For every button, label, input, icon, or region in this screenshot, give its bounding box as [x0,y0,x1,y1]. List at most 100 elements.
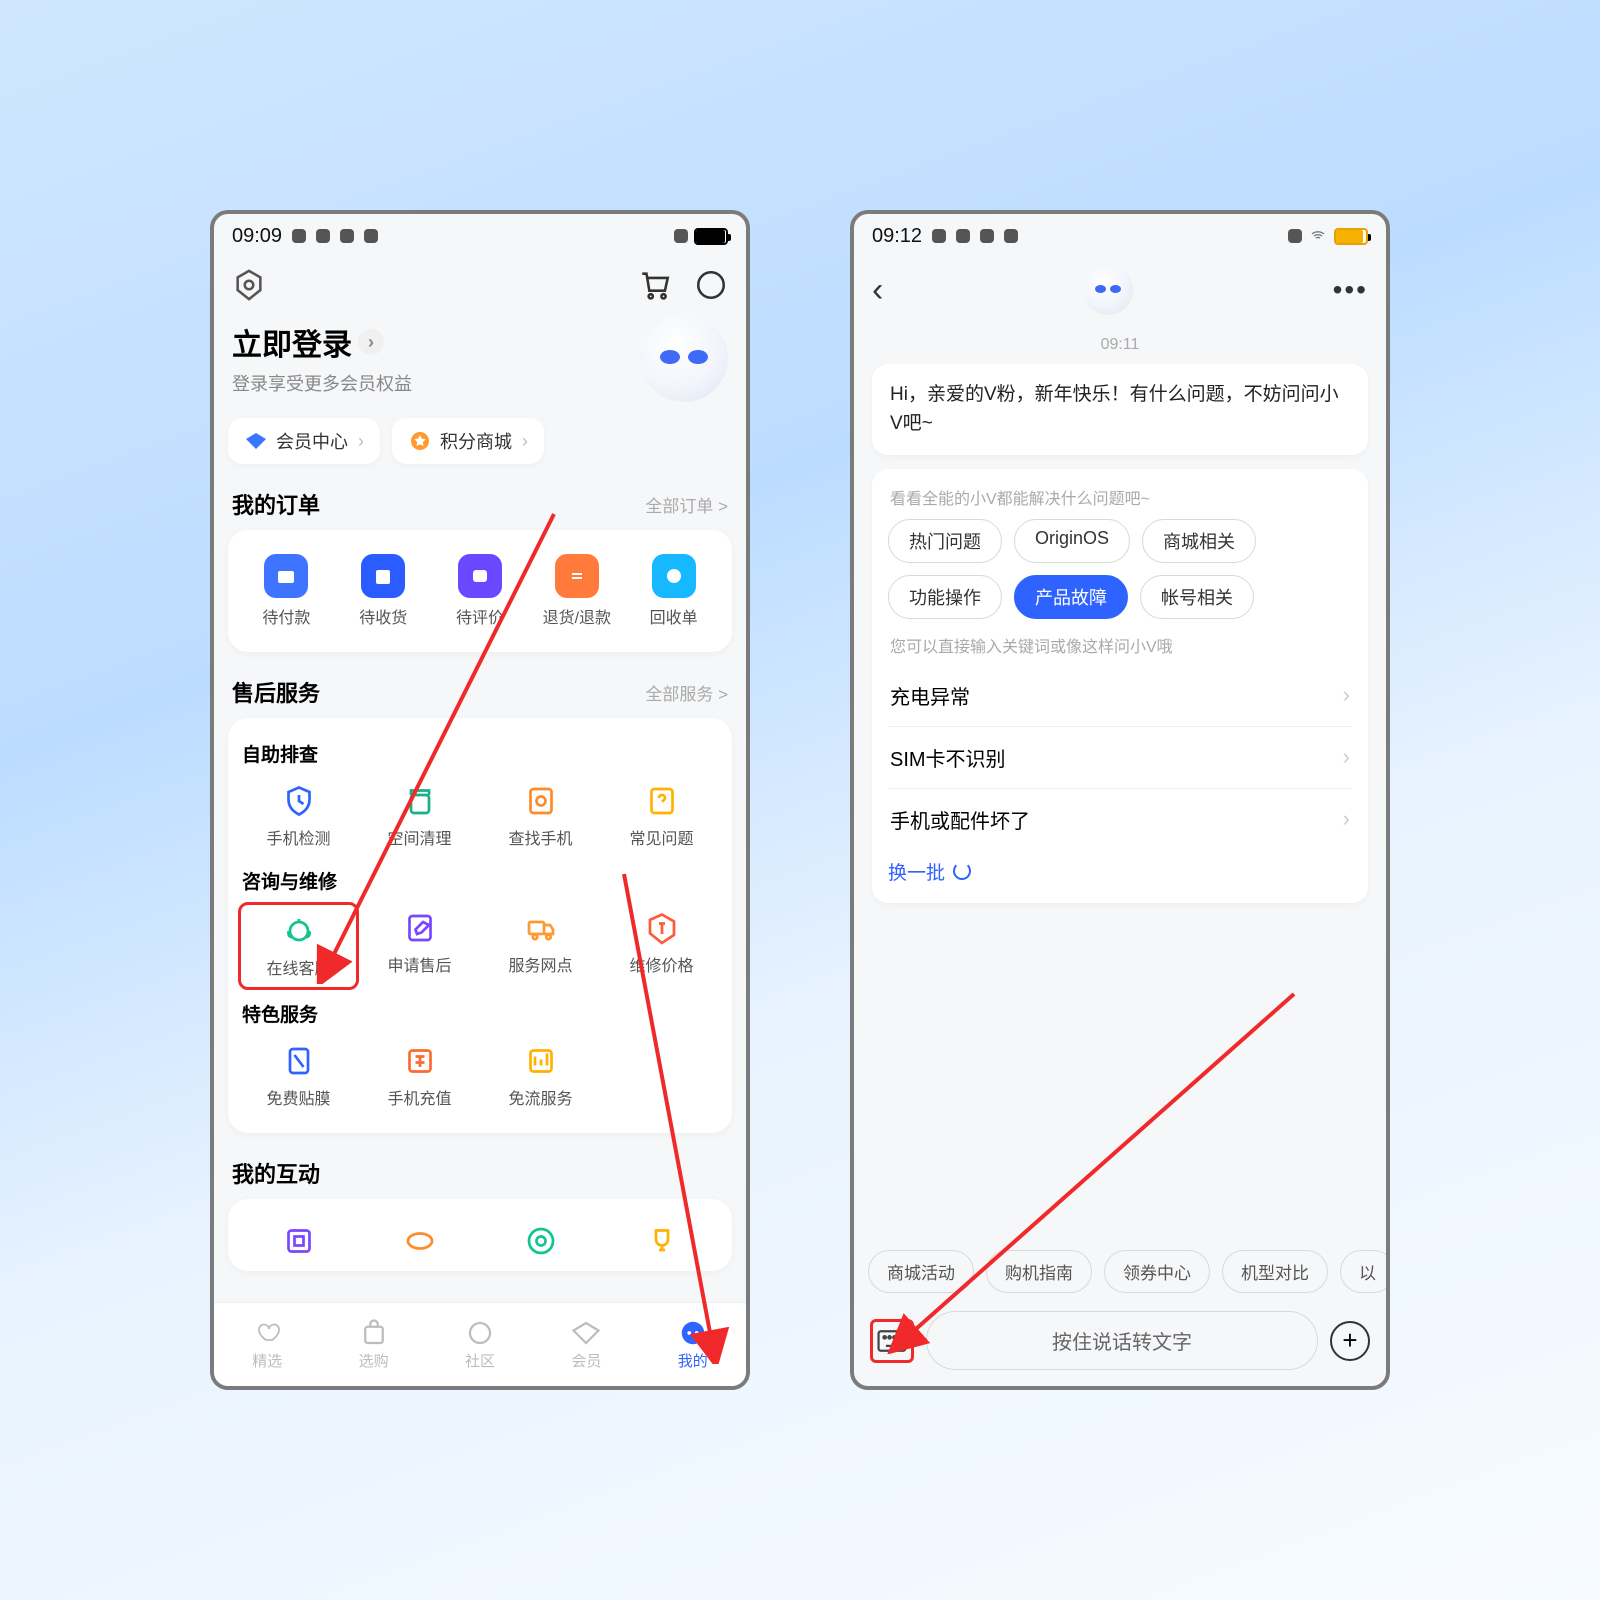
status-icon [1004,229,1018,243]
status-icon [932,229,946,243]
interact-item[interactable] [480,1215,601,1267]
status-icon [340,229,354,243]
orders-title: 我的订单 [232,488,320,520]
quick-reply-bar: 商城活动购机指南领券中心机型对比以 [854,1240,1386,1303]
order-item-pending-pay[interactable]: 待付款 [238,546,335,636]
sim-icon [674,229,688,243]
question-item[interactable]: SIM卡不识别› [888,726,1352,788]
status-icon [980,229,994,243]
pill-label: 积分商城 [440,428,512,454]
svc-find-phone[interactable]: 查找手机 [480,775,601,857]
svc-free-data[interactable]: 免流服务 [480,1035,601,1117]
points-mall-pill[interactable]: 积分商城 › [392,418,544,464]
cart-icon[interactable] [638,268,672,302]
chat-greeting-bubble: Hi，亲爱的V粉，新年快乐！有什么问题，不妨问问小V吧~ [872,364,1368,455]
service-group3-title: 特色服务 [242,1000,718,1027]
chat-input-bar: 按住说话转文字 + [854,1303,1386,1386]
quick-reply-pill[interactable]: 商城活动 [868,1250,974,1293]
more-icon[interactable]: ••• [1333,274,1368,306]
interact-item[interactable] [359,1215,480,1267]
tab-member[interactable]: 会员 [533,1303,639,1386]
order-item-refund[interactable]: 退货/退款 [528,546,625,636]
topic-chip[interactable]: 热门问题 [888,519,1002,563]
svc-locations[interactable]: 服务网点 [480,902,601,990]
voice-input-button[interactable]: 按住说话转文字 [926,1311,1318,1370]
topic-chip[interactable]: OriginOS [1014,519,1130,563]
chat-header: ‹ ••• [854,258,1386,322]
status-icon [956,229,970,243]
quick-reply-pill[interactable]: 购机指南 [986,1250,1092,1293]
question-hint: 您可以直接输入关键词或像这样问小V哦 [890,633,1350,657]
status-icon [292,229,306,243]
member-center-pill[interactable]: 会员中心 › [228,418,380,464]
login-subtitle: 登录享受更多会员权益 [232,370,412,396]
pill-label: 会员中心 [276,428,348,454]
chevron-right-icon: › [1343,744,1350,770]
chevron-right-icon: › [522,431,528,452]
chevron-right-icon: › [358,431,364,452]
svc-apply-service[interactable]: 申请售后 [359,902,480,990]
svc-online-support[interactable]: 在线客服 [238,902,359,990]
quick-reply-pill[interactable]: 机型对比 [1222,1250,1328,1293]
status-icon [364,229,378,243]
tab-mine[interactable]: 我的 [640,1303,746,1386]
orders-grid: 待付款 待收货 待评价 退货/退款 回收单 [238,546,722,636]
login-block[interactable]: 立即登录 › 登录享受更多会员权益 [228,310,732,404]
question-item[interactable]: 充电异常› [888,665,1352,726]
order-item-pending-ship[interactable]: 待收货 [335,546,432,636]
chevron-right-icon: › [1343,806,1350,832]
topic-chip[interactable]: 功能操作 [888,575,1002,619]
chevron-right-icon: › [358,329,384,355]
message-icon[interactable] [694,268,728,302]
svc-repair-price[interactable]: 维修价格 [601,902,722,990]
battery-icon [694,228,728,245]
svc-clean[interactable]: 空间清理 [359,775,480,857]
svc-phone-check[interactable]: 手机检测 [238,775,359,857]
topic-hint: 看看全能的小V都能解决什么问题吧~ [890,485,1350,509]
bot-avatar[interactable] [1083,265,1133,315]
quick-reply-pill[interactable]: 领券中心 [1104,1250,1210,1293]
status-bar: 09:09 [214,214,746,258]
sim-icon [1288,229,1302,243]
settings-hex-icon[interactable] [232,268,266,302]
topic-chip[interactable]: 帐号相关 [1140,575,1254,619]
back-icon[interactable]: ‹ [872,271,883,310]
quick-reply-pill[interactable]: 以 [1340,1250,1386,1293]
add-attachment-icon[interactable]: + [1330,1321,1370,1361]
bottom-tabbar: 精选 选购 社区 会员 我的 [214,1302,746,1386]
svc-recharge[interactable]: 手机充值 [359,1035,480,1117]
bot-avatar[interactable] [640,314,728,402]
status-bar: 09:12 [854,214,1386,258]
status-time: 09:12 [872,225,922,248]
orders-all-link[interactable]: 全部订单 > [645,492,728,517]
phone-chat: 09:12 ‹ ••• 09:11 Hi，亲爱的V粉，新年快乐！有什么问题，不妨… [850,210,1390,1390]
service-title: 售后服务 [232,676,320,708]
svc-free-film[interactable]: 免费贴膜 [238,1035,359,1117]
interact-title: 我的互动 [232,1157,320,1189]
order-item-recycle[interactable]: 回收单 [625,546,722,636]
tab-shop[interactable]: 选购 [320,1303,426,1386]
question-item[interactable]: 手机或配件坏了› [888,788,1352,850]
phone-profile: 09:09 立即登录 › 登录享受更多会员权益 [210,210,750,1390]
topbar [228,258,732,310]
tab-community[interactable]: 社区 [427,1303,533,1386]
interact-item[interactable] [601,1215,722,1267]
status-time: 09:09 [232,225,282,248]
topic-card: 看看全能的小V都能解决什么问题吧~ 热门问题 OriginOS 商城相关功能操作产品… [872,469,1368,903]
topic-chip[interactable]: 商城相关 [1142,519,1256,563]
service-group2-title: 咨询与维修 [242,867,718,894]
tab-featured[interactable]: 精选 [214,1303,320,1386]
chevron-right-icon: › [1343,682,1350,708]
order-item-review[interactable]: 待评价 [432,546,529,636]
battery-icon [1334,228,1368,245]
service-all-link[interactable]: 全部服务 > [645,680,728,705]
service-card: 自助排查 手机检测 空间清理 查找手机 常见问题 咨询与维修 在线客服 申请售后… [228,718,732,1133]
keyboard-toggle-icon[interactable] [870,1319,914,1363]
topic-chip[interactable]: 产品故障 [1014,575,1128,619]
refresh-questions[interactable]: 换一批 [888,858,1352,885]
service-group1-title: 自助排查 [242,740,718,767]
login-title: 立即登录 [232,320,352,364]
chat-timestamp: 09:11 [872,336,1368,354]
svc-faq[interactable]: 常见问题 [601,775,722,857]
interact-item[interactable] [238,1215,359,1267]
